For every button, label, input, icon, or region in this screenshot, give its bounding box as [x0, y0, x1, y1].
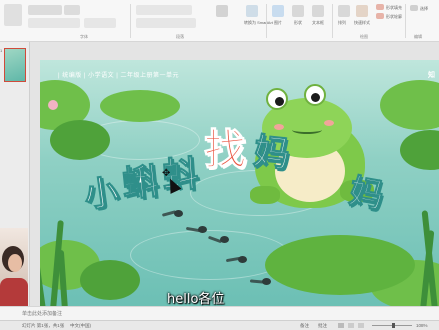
- ribbon-separator: [130, 4, 131, 38]
- slide-count: 幻灯片 第1张，共1张: [22, 323, 65, 328]
- picture-label: 图片: [274, 20, 282, 25]
- slide-number: 1: [0, 48, 3, 53]
- notes-toggle[interactable]: 备注: [300, 323, 309, 329]
- smartart-label: 转换为 SmartArt: [244, 20, 273, 25]
- title-char[interactable]: 小: [81, 164, 122, 217]
- slide-canvas[interactable]: | 统编版 | 小学语文 | 二年级上册第一单元 知 小 蝌 蚪 找 妈 妈: [40, 60, 439, 310]
- frog-cheek: [324, 120, 334, 126]
- shapes-label: 形状: [294, 20, 302, 25]
- notes-pane[interactable]: 单击此处添加备注: [0, 306, 439, 320]
- frog-eye-right: [304, 84, 326, 106]
- textbox-label: 文本框: [312, 20, 324, 25]
- arrange-icon[interactable]: [338, 5, 350, 17]
- zoom-slider-knob[interactable]: [392, 323, 395, 328]
- view-reading-icon[interactable]: [358, 323, 364, 328]
- picture-icon[interactable]: [272, 5, 284, 17]
- frog-lily-pad: [265, 235, 415, 295]
- water-flower: [48, 100, 58, 110]
- align-buttons[interactable]: [136, 18, 196, 28]
- list-buttons[interactable]: [136, 5, 192, 15]
- lily-pad: [80, 260, 140, 300]
- zoom-level[interactable]: 108%: [416, 323, 428, 328]
- ribbon-separator: [266, 4, 267, 38]
- quick-styles-label: 快速样式: [354, 20, 370, 25]
- text-direction-icon[interactable]: [216, 5, 228, 17]
- ribbon-separator: [332, 4, 333, 38]
- textbox-icon[interactable]: [312, 5, 324, 17]
- view-normal-icon[interactable]: [338, 323, 344, 328]
- slide-thumbnail[interactable]: [4, 48, 26, 82]
- comments-toggle[interactable]: 批注: [318, 323, 327, 329]
- shape-outline-label: 形状轮廓: [386, 14, 402, 19]
- font-format-buttons[interactable]: [28, 18, 80, 28]
- frog-mouth: [292, 126, 322, 134]
- watermark: 知: [428, 72, 435, 79]
- move-cursor-icon: ✥: [162, 168, 171, 179]
- shape-fill-label: 形状填充: [386, 5, 402, 10]
- font-color-buttons[interactable]: [84, 18, 116, 28]
- title-char[interactable]: 妈: [346, 163, 388, 217]
- shape-outline-icon[interactable]: [376, 13, 384, 19]
- group-label-drawing: 绘图: [360, 34, 368, 39]
- presenter-face: [8, 254, 22, 272]
- ribbon-separator: [405, 4, 406, 38]
- lily-pad: [380, 80, 439, 130]
- group-label-font: 字体: [80, 34, 88, 39]
- select-icon[interactable]: [410, 5, 418, 11]
- lily-pad: [100, 90, 180, 122]
- video-subtitle: hello各位: [167, 292, 225, 307]
- font-name-box[interactable]: [28, 5, 62, 15]
- group-label-editing: 编辑: [414, 34, 422, 39]
- view-sorter-icon[interactable]: [348, 323, 354, 328]
- select-label: 选择: [420, 6, 428, 11]
- arrange-label: 排列: [338, 20, 346, 25]
- lily-pad: [50, 120, 110, 160]
- shape-fill-icon[interactable]: [376, 4, 384, 10]
- paste-icon[interactable]: [4, 4, 22, 26]
- status-bar: 幻灯片 第1张，共1张 中文(中国) 备注 批注 108%: [0, 320, 439, 330]
- title-char-highlight[interactable]: 找: [203, 116, 246, 177]
- shapes-icon[interactable]: [292, 5, 304, 17]
- notes-placeholder[interactable]: 单击此处添加备注: [22, 310, 62, 317]
- smartart-icon[interactable]: [246, 5, 258, 17]
- group-label-paragraph: 段落: [176, 34, 184, 39]
- lily-pad: [400, 130, 439, 170]
- font-size-box[interactable]: [64, 5, 80, 15]
- language-status[interactable]: 中文(中国): [70, 323, 91, 329]
- quick-styles-icon[interactable]: [356, 5, 368, 17]
- ribbon: 转换为 SmartArt 图片 形状 文本框 排列 快速样式 形状填充 形状轮廓…: [0, 0, 439, 42]
- frog-leg: [250, 186, 280, 204]
- frog-eye-left: [266, 88, 288, 110]
- title-char[interactable]: 蝌: [119, 152, 161, 207]
- slide-header: | 统编版 | 小学语文 | 二年级上册第一单元: [58, 73, 180, 79]
- title-char[interactable]: 妈: [251, 122, 292, 177]
